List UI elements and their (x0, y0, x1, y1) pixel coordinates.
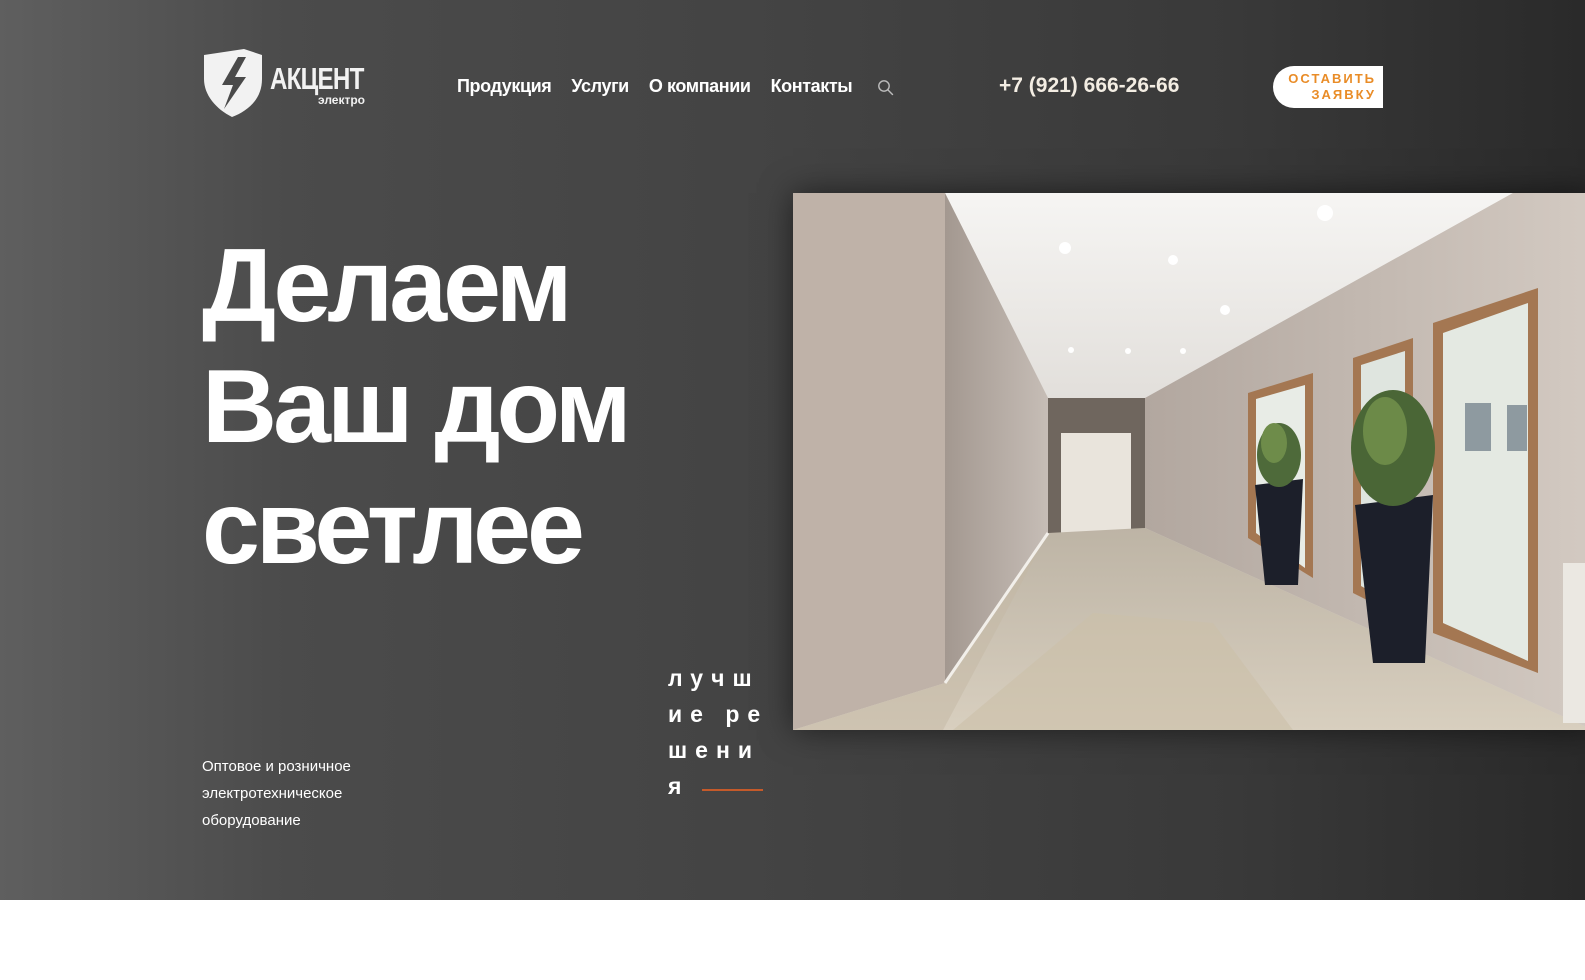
hero-section: АКЦЕНТ электро Продукция Услуги О компан… (0, 0, 1585, 900)
headline-line-1: Делаем (202, 228, 573, 344)
main-nav: Продукция Услуги О компании Контакты (457, 76, 894, 97)
nav-item-products[interactable]: Продукция (457, 76, 552, 97)
headline-line-3: светлее (202, 470, 585, 586)
request-button-line2: ЗАЯВКУ (1311, 87, 1376, 102)
request-button[interactable]: ОСТАВИТЬ ЗАЯВКУ (1273, 66, 1383, 108)
request-button-line1: ОСТАВИТЬ (1288, 71, 1376, 86)
tagline-divider (702, 789, 763, 791)
logo[interactable]: АКЦЕНТ электро (202, 49, 366, 117)
hero-headline: Делаем Ваш дом светлее (202, 226, 632, 589)
hero-subtitle: Оптовое и розничное электротехническое о… (202, 758, 351, 829)
hallway-interior-photo (793, 193, 1585, 730)
shield-lightning-icon (204, 49, 262, 117)
nav-item-contacts[interactable]: Контакты (771, 76, 853, 97)
nav-item-services[interactable]: Услуги (571, 76, 629, 97)
hero-tagline: лучшие решения (668, 665, 769, 799)
headline-line-2: Ваш дом (202, 349, 632, 465)
search-icon[interactable] (877, 79, 894, 96)
logo-name: АКЦЕНТ (270, 61, 364, 96)
logo-subtitle: электро (318, 93, 366, 107)
phone-number[interactable]: +7 (921) 666-26-66 (999, 74, 1179, 98)
nav-item-about[interactable]: О компании (649, 76, 751, 97)
